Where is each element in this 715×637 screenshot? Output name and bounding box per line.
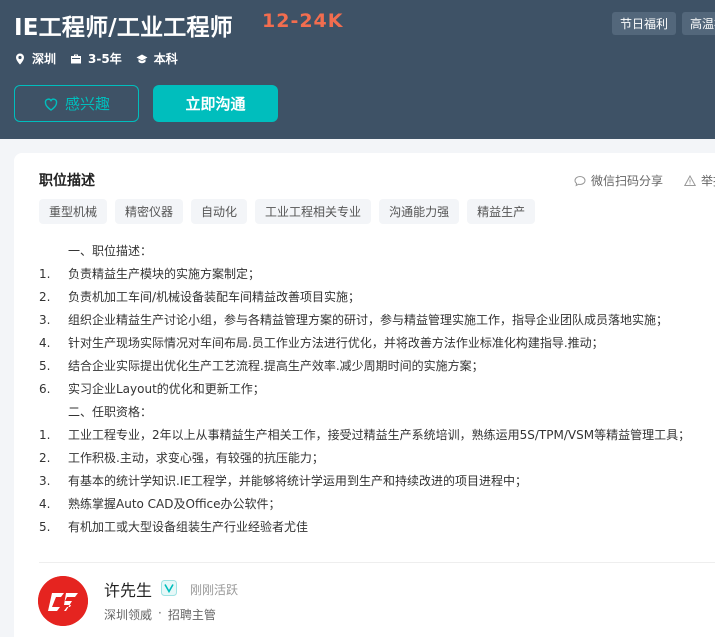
line-text: 结合企业实际提出优化生产工艺流程.提高生产效率.减少周期时间的实施方案； <box>68 359 484 373</box>
line-text: 有基本的统计学知识.IE工程学，并能够将统计学运用到生产和持续改进的项目进程中； <box>68 474 527 488</box>
line-text: 二、任职资格： <box>68 405 153 419</box>
job-meta: 深圳 3-5年 本科 <box>14 50 178 67</box>
chat-bubble-icon <box>574 175 586 186</box>
job-detail-card: 职位描述 微信扫码分享 举报 重型机械 精密仪器 自动化 工业工程相关专业 沟通… <box>14 153 715 637</box>
line-number: 1. <box>39 428 51 442</box>
salary: 12-24K <box>262 10 344 32</box>
job-title: IE工程师/工业工程师 <box>14 15 233 41</box>
meta-location: 深圳 <box>14 50 56 67</box>
warning-icon <box>684 174 696 186</box>
line-text: 组织企业精益生产讨论小组，参与各精益管理方案的研讨，参与精益管理实施工作，指导企… <box>68 313 669 327</box>
description-line: 2. 负责机加工车间/机械设备装配车间精益改善项目实施； <box>39 286 715 309</box>
line-text: 负责机加工车间/机械设备装配车间精益改善项目实施； <box>68 290 361 304</box>
skill-tag: 工业工程相关专业 <box>255 199 372 224</box>
info-separator: · <box>158 606 162 620</box>
recruiter-info: 深圳领威 · 招聘主管 <box>104 606 216 623</box>
line-number <box>39 240 68 263</box>
recruiter-name: 许先生 <box>104 581 153 600</box>
line-number: 2. <box>39 451 51 465</box>
job-header: IE工程师/工业工程师 12-24K 节日福利 高温补 深圳 3-5年 本科 感… <box>0 0 715 139</box>
benefit-tag: 高温补 <box>682 12 715 35</box>
verified-badge-icon <box>161 580 177 596</box>
benefit-tag: 节日福利 <box>612 12 677 35</box>
line-text: 负责精益生产模块的实施方案制定； <box>68 267 261 281</box>
report-label: 举报 <box>701 174 715 188</box>
graduation-cap-icon <box>136 54 148 63</box>
line-number: 3. <box>39 313 51 327</box>
interest-button[interactable]: 感兴趣 <box>14 85 139 122</box>
skill-tag: 重型机械 <box>39 199 108 224</box>
description-line: 4. 针对生产现场实际情况对车间布局.员工作业方法进行优化，并将改善方法作业标准化… <box>39 332 715 355</box>
company-name: 深圳领威 <box>104 608 153 622</box>
benefit-tags: 节日福利 高温补 <box>612 12 715 35</box>
job-description: 一、职位描述： 1. 负责精益生产模块的实施方案制定； 2. 负责机加工车间/机械设… <box>39 240 715 539</box>
company-logo-icon <box>38 576 88 626</box>
line-number: 5. <box>39 520 51 534</box>
skill-tag: 精益生产 <box>467 199 536 224</box>
heart-icon <box>44 98 58 111</box>
line-text: 有机加工或大型设备组装生产行业经验者尤佳 <box>68 520 309 534</box>
meta-experience: 3-5年 <box>70 50 122 67</box>
recruiter-role: 招聘主管 <box>167 608 216 622</box>
description-line: 6. 实习企业Layout的优化和更新工作； <box>39 378 715 401</box>
briefcase-icon <box>71 54 82 63</box>
description-line: 5. 有机加工或大型设备组装生产行业经验者尤佳 <box>39 516 715 539</box>
location-text: 深圳 <box>32 52 57 66</box>
recruiter-avatar[interactable] <box>38 576 88 626</box>
line-text: 工业工程专业，2年以上从事精益生产相关工作，接受过精益生产系统培训，熟练运用5S… <box>68 428 691 442</box>
line-number: 5. <box>39 359 51 373</box>
line-number <box>39 401 68 424</box>
description-line: 一、职位描述： <box>39 240 715 263</box>
skill-tags: 重型机械 精密仪器 自动化 工业工程相关专业 沟通能力强 精益生产 <box>39 199 536 224</box>
description-line: 4. 熟练掌握Auto CAD及Office办公软件； <box>39 493 715 516</box>
share-label: 微信扫码分享 <box>591 174 664 188</box>
line-text: 实习企业Layout的优化和更新工作； <box>68 382 265 396</box>
interest-label: 感兴趣 <box>64 95 110 113</box>
skill-tag: 沟通能力强 <box>379 199 460 224</box>
divider <box>39 562 715 563</box>
report-link[interactable]: 举报 <box>684 172 715 189</box>
description-line: 2. 工作积极.主动，求变心强，有较强的抗压能力； <box>39 447 715 470</box>
line-number: 3. <box>39 474 51 488</box>
description-line: 1. 负责精益生产模块的实施方案制定； <box>39 263 715 286</box>
line-number: 4. <box>39 336 51 350</box>
section-title: 职位描述 <box>39 173 95 189</box>
wechat-share-link[interactable]: 微信扫码分享 <box>574 172 663 189</box>
skill-tag: 精密仪器 <box>115 199 184 224</box>
description-line: 5. 结合企业实际提出优化生产工艺流程.提高生产效率.减少周期时间的实施方案； <box>39 355 715 378</box>
line-text: 工作积极.主动，求变心强，有较强的抗压能力； <box>68 451 324 465</box>
line-number: 6. <box>39 382 51 396</box>
education-text: 本科 <box>153 52 178 66</box>
line-text: 熟练掌握Auto CAD及Office办公软件； <box>68 497 281 511</box>
description-line: 1. 工业工程专业，2年以上从事精益生产相关工作，接受过精益生产系统培训，熟练运用… <box>39 424 715 447</box>
line-text: 针对生产现场实际情况对车间布局.员工作业方法进行优化，并将改善方法作业标准化构建… <box>68 336 604 350</box>
line-number: 4. <box>39 497 51 511</box>
line-number: 2. <box>39 290 51 304</box>
location-pin-icon <box>16 53 24 64</box>
experience-text: 3-5年 <box>88 52 122 66</box>
chat-now-button[interactable]: 立即沟通 <box>153 85 278 122</box>
skill-tag: 自动化 <box>191 199 248 224</box>
meta-education: 本科 <box>136 50 178 67</box>
description-line: 二、任职资格： <box>39 401 715 424</box>
description-line: 3. 组织企业精益生产讨论小组，参与各精益管理方案的研讨，参与精益管理实施工作，指… <box>39 309 715 332</box>
line-number: 1. <box>39 267 51 281</box>
active-status: 刚刚活跃 <box>190 583 239 597</box>
description-line: 3. 有基本的统计学知识.IE工程学，并能够将统计学运用到生产和持续改进的项目进程… <box>39 470 715 493</box>
line-text: 一、职位描述： <box>68 244 153 258</box>
